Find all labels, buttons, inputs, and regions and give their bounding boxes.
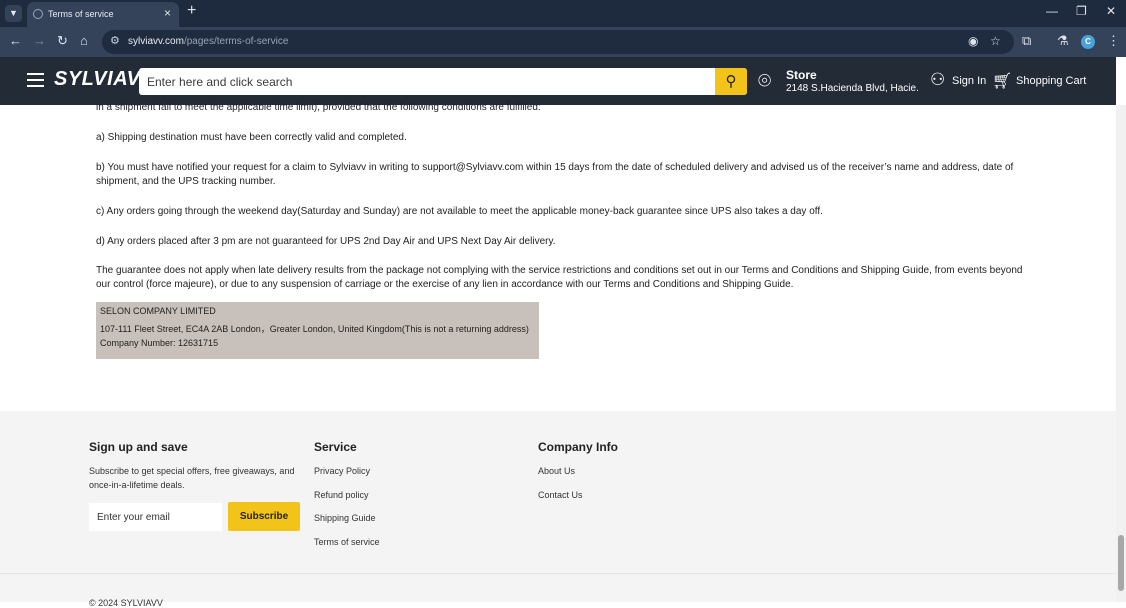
lab-icon[interactable]: ⚗ xyxy=(1057,33,1069,49)
tab-search-dropdown-icon[interactable]: ▼ xyxy=(5,5,22,22)
footer-link-contact-us[interactable]: Contact Us xyxy=(538,490,583,500)
cart-icon[interactable]: 🛒︎ xyxy=(992,71,1012,91)
signup-text: once-in-a-lifetime deals. xyxy=(89,480,185,490)
company-info-title: Company Info xyxy=(538,440,618,454)
store-title[interactable]: Store xyxy=(786,68,817,82)
terms-paragraph: a) Shipping destination must have been c… xyxy=(96,132,407,143)
search-bar: ⚲ xyxy=(139,68,747,95)
reload-icon[interactable]: ↻ xyxy=(57,33,68,49)
signup-text: Subscribe to get special offers, free gi… xyxy=(89,466,295,476)
store-address[interactable]: 2148 S.Hacienda Blvd, Hacie... xyxy=(786,83,918,94)
forward-icon[interactable]: → xyxy=(33,33,46,48)
bookmark-star-icon[interactable]: ☆ xyxy=(990,34,1001,48)
company-address-box: SELON COMPANY LIMITED 107-111 Fleet Stre… xyxy=(96,302,539,359)
footer-link-about-us[interactable]: About Us xyxy=(538,466,575,476)
company-name: SELON COMPANY LIMITED xyxy=(100,306,216,316)
terms-paragraph: d) Any orders placed after 3 pm are not … xyxy=(96,236,556,247)
back-icon[interactable]: ← xyxy=(9,33,22,48)
site-header: SYLVIAVV ⚲ ⌾ Store 2148 S.Hacienda Blvd,… xyxy=(0,57,1116,105)
browser-tab[interactable]: Terms of service × xyxy=(27,2,179,27)
url-text[interactable]: sylviavv.com/pages/terms-of-service xyxy=(128,36,288,47)
terms-paragraph: in a shipment fail to meet the applicabl… xyxy=(96,102,541,113)
hamburger-menu-icon[interactable] xyxy=(27,73,44,87)
new-tab-icon[interactable]: + xyxy=(187,2,196,20)
user-icon[interactable]: ⚇ xyxy=(930,70,945,90)
browser-toolbar: ← → ↻ ⌂ ⚙ sylviavv.com/pages/terms-of-se… xyxy=(0,27,1126,57)
sign-in-link[interactable]: Sign In xyxy=(952,75,986,87)
eye-off-icon[interactable]: ◉ xyxy=(968,34,978,48)
site-info-icon[interactable]: ⚙ xyxy=(110,34,120,47)
profile-avatar[interactable]: C xyxy=(1081,35,1095,49)
scrollbar-thumb[interactable] xyxy=(1118,535,1124,591)
tab-favicon-icon xyxy=(33,9,43,19)
subscribe-button[interactable]: Subscribe xyxy=(228,502,300,531)
window-close-icon[interactable]: ✕ xyxy=(1106,4,1116,18)
footer-link-shipping-guide[interactable]: Shipping Guide xyxy=(314,513,376,523)
tab-title: Terms of service xyxy=(48,9,114,19)
terms-paragraph: c) Any orders going through the weekend … xyxy=(96,206,823,217)
footer-link-terms-of-service[interactable]: Terms of service xyxy=(314,537,380,547)
footer-link-privacy-policy[interactable]: Privacy Policy xyxy=(314,466,370,476)
page-scrollbar[interactable] xyxy=(1116,105,1126,602)
home-icon[interactable]: ⌂ xyxy=(80,33,88,48)
copyright-text: © 2024 SYLVIAVV xyxy=(89,598,163,608)
service-title: Service xyxy=(314,440,357,454)
footer-divider xyxy=(0,573,1116,574)
address-bar[interactable]: ⚙ sylviavv.com/pages/terms-of-service ◉ … xyxy=(102,30,1014,54)
location-pin-icon[interactable]: ⌾ xyxy=(758,68,771,94)
terms-paragraph: b) You must have notified your request f… xyxy=(96,162,1014,187)
site-footer: Sign up and save Subscribe to get specia… xyxy=(0,411,1116,608)
email-input[interactable] xyxy=(89,503,222,531)
shopping-cart-link[interactable]: Shopping Cart xyxy=(1016,75,1086,87)
terms-paragraph: The guarantee does not apply when late d… xyxy=(96,265,1023,290)
company-address: 107-111 Fleet Street, EC4A 2AB London，Gr… xyxy=(100,324,529,334)
search-button[interactable]: ⚲ xyxy=(715,68,747,95)
extensions-icon[interactable]: ⧉ xyxy=(1022,33,1031,49)
browser-menu-icon[interactable]: ⋮ xyxy=(1107,33,1120,49)
footer-link-refund-policy[interactable]: Refund policy xyxy=(314,490,369,500)
browser-tab-bar: ▼ Terms of service × + — ❐ ✕ xyxy=(0,0,1126,27)
search-icon: ⚲ xyxy=(725,73,737,90)
search-input[interactable] xyxy=(139,68,717,95)
restore-icon[interactable]: ❐ xyxy=(1076,4,1087,18)
signup-title: Sign up and save xyxy=(89,440,188,454)
company-number: Company Number: 12631715 xyxy=(100,338,219,348)
tab-close-icon[interactable]: × xyxy=(164,6,171,20)
minimize-icon[interactable]: — xyxy=(1046,4,1058,18)
